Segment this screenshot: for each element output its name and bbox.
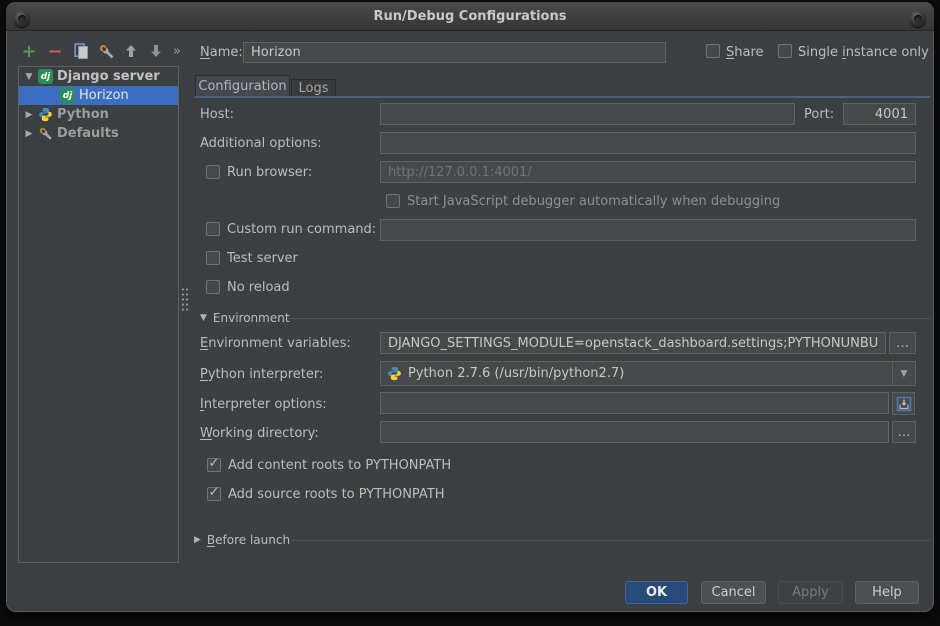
run-browser-url-input[interactable]: http://127.0.0.1:4001/ <box>380 161 916 183</box>
chevron-down-icon[interactable]: ▼ <box>24 72 34 82</box>
remove-icon[interactable]: − <box>46 42 64 60</box>
chevron-right-icon: ▶ <box>194 535 201 545</box>
insert-macro-icon <box>896 396 912 412</box>
interpreter-options-input[interactable] <box>380 392 889 414</box>
tree-item-label: Defaults <box>57 126 119 141</box>
checkmark-icon: ✓ <box>209 485 220 500</box>
before-launch-section-line <box>292 540 930 541</box>
ok-button[interactable]: OK <box>625 581 688 604</box>
before-launch-section-toggle[interactable]: ▶ Before launch <box>194 533 290 547</box>
environment-variables-label: Environment variables: <box>200 336 351 351</box>
add-source-roots-checkbox[interactable]: ✓ <box>207 487 221 501</box>
tree-item-defaults[interactable]: ▶ Defaults <box>19 124 178 143</box>
python-icon <box>38 107 53 122</box>
move-up-icon[interactable] <box>122 42 140 60</box>
tree-item-python[interactable]: ▶ Python <box>19 105 178 124</box>
chevron-right-icon[interactable]: ▶ <box>24 129 34 139</box>
interpreter-options-label: Interpreter options: <box>200 397 327 412</box>
chevron-right-icon[interactable]: ▶ <box>24 110 34 120</box>
working-directory-browse-button[interactable]: … <box>892 421 916 443</box>
name-label: Name: <box>200 45 243 60</box>
host-input[interactable] <box>380 103 795 125</box>
share-label: Share <box>726 45 764 60</box>
wrench-icon <box>38 126 53 141</box>
no-reload-label: No reload <box>227 280 290 295</box>
tree-item-horizon[interactable]: dj Horizon <box>19 86 178 105</box>
port-input[interactable]: 4001 <box>843 103 916 125</box>
tab-logs[interactable]: Logs <box>291 79 336 96</box>
name-input[interactable]: Horizon <box>243 42 666 63</box>
splitter-grip[interactable] <box>181 287 188 313</box>
django-icon: dj <box>60 88 75 103</box>
tab-configuration[interactable]: Configuration <box>195 75 290 96</box>
add-content-roots-checkbox[interactable]: ✓ <box>207 458 221 472</box>
tree-item-label: Python <box>57 107 109 122</box>
apply-button[interactable]: Apply <box>778 581 843 604</box>
custom-run-command-checkbox[interactable]: ✓ <box>206 222 220 236</box>
tree-item-label: Django server <box>57 69 160 84</box>
custom-run-command-input[interactable] <box>380 219 916 241</box>
copy-icon[interactable] <box>72 42 90 60</box>
additional-options-label: Additional options: <box>200 136 322 151</box>
add-source-roots-label: Add source roots to PYTHONPATH <box>228 487 445 502</box>
add-icon[interactable]: + <box>20 42 38 60</box>
start-js-debugger-label: Start JavaScript debugger automatically … <box>407 194 780 209</box>
python-icon <box>387 366 402 381</box>
run-browser-checkbox[interactable]: ✓ <box>206 165 220 179</box>
window-control-right-icon[interactable] <box>910 11 926 27</box>
help-button[interactable]: Help <box>855 581 919 604</box>
port-label: Port: <box>804 107 834 122</box>
single-instance-checkbox[interactable]: ✓ <box>778 44 792 58</box>
chevron-down-icon: ▼ <box>200 313 207 323</box>
dialog-title: Run/Debug Configurations <box>6 9 934 24</box>
python-interpreter-label: Python interpreter: <box>200 367 323 382</box>
share-checkbox[interactable]: ✓ <box>706 44 720 58</box>
add-content-roots-label: Add content roots to PYTHONPATH <box>228 458 451 473</box>
test-server-checkbox[interactable]: ✓ <box>206 251 220 265</box>
single-instance-label: Single instance only <box>798 45 929 60</box>
test-server-label: Test server <box>227 251 298 266</box>
working-directory-input[interactable] <box>380 421 889 443</box>
custom-run-command-label: Custom run command: <box>227 222 376 237</box>
before-launch-label: Before launch <box>207 533 290 547</box>
start-js-debugger-checkbox[interactable]: ✓ <box>386 194 400 208</box>
django-icon: dj <box>38 69 53 84</box>
python-interpreter-select[interactable]: Python 2.7.6 (/usr/bin/python2.7) ▼ <box>380 361 916 386</box>
run-browser-label: Run browser: <box>227 165 312 180</box>
tab-accent-line <box>195 96 930 98</box>
working-directory-label: Working directory: <box>200 426 319 441</box>
chevron-down-icon[interactable]: ▼ <box>892 362 915 385</box>
move-down-icon[interactable] <box>147 42 165 60</box>
more-actions-icon[interactable]: » <box>168 42 186 60</box>
insert-macro-button[interactable] <box>892 392 915 415</box>
host-label: Host: <box>200 107 234 122</box>
cancel-button[interactable]: Cancel <box>701 581 766 604</box>
environment-variables-input[interactable]: DJANGO_SETTINGS_MODULE=openstack_dashboa… <box>380 332 886 354</box>
no-reload-checkbox[interactable]: ✓ <box>206 280 220 294</box>
edit-defaults-icon[interactable] <box>97 42 115 60</box>
checkmark-icon: ✓ <box>209 456 220 471</box>
tree-item-django-server[interactable]: ▼ dj Django server <box>19 67 178 86</box>
environment-section-line <box>288 318 930 319</box>
environment-section-label: Environment <box>213 311 290 325</box>
additional-options-input[interactable] <box>380 132 916 154</box>
run-debug-configurations-dialog: Run/Debug Configurations + − » ▼ dj Djan… <box>0 0 940 626</box>
environment-variables-browse-button[interactable]: … <box>889 332 916 354</box>
environment-section-toggle[interactable]: ▼ Environment <box>200 311 290 325</box>
tree-item-label: Horizon <box>79 88 129 103</box>
title-bar[interactable]: Run/Debug Configurations <box>6 2 934 31</box>
